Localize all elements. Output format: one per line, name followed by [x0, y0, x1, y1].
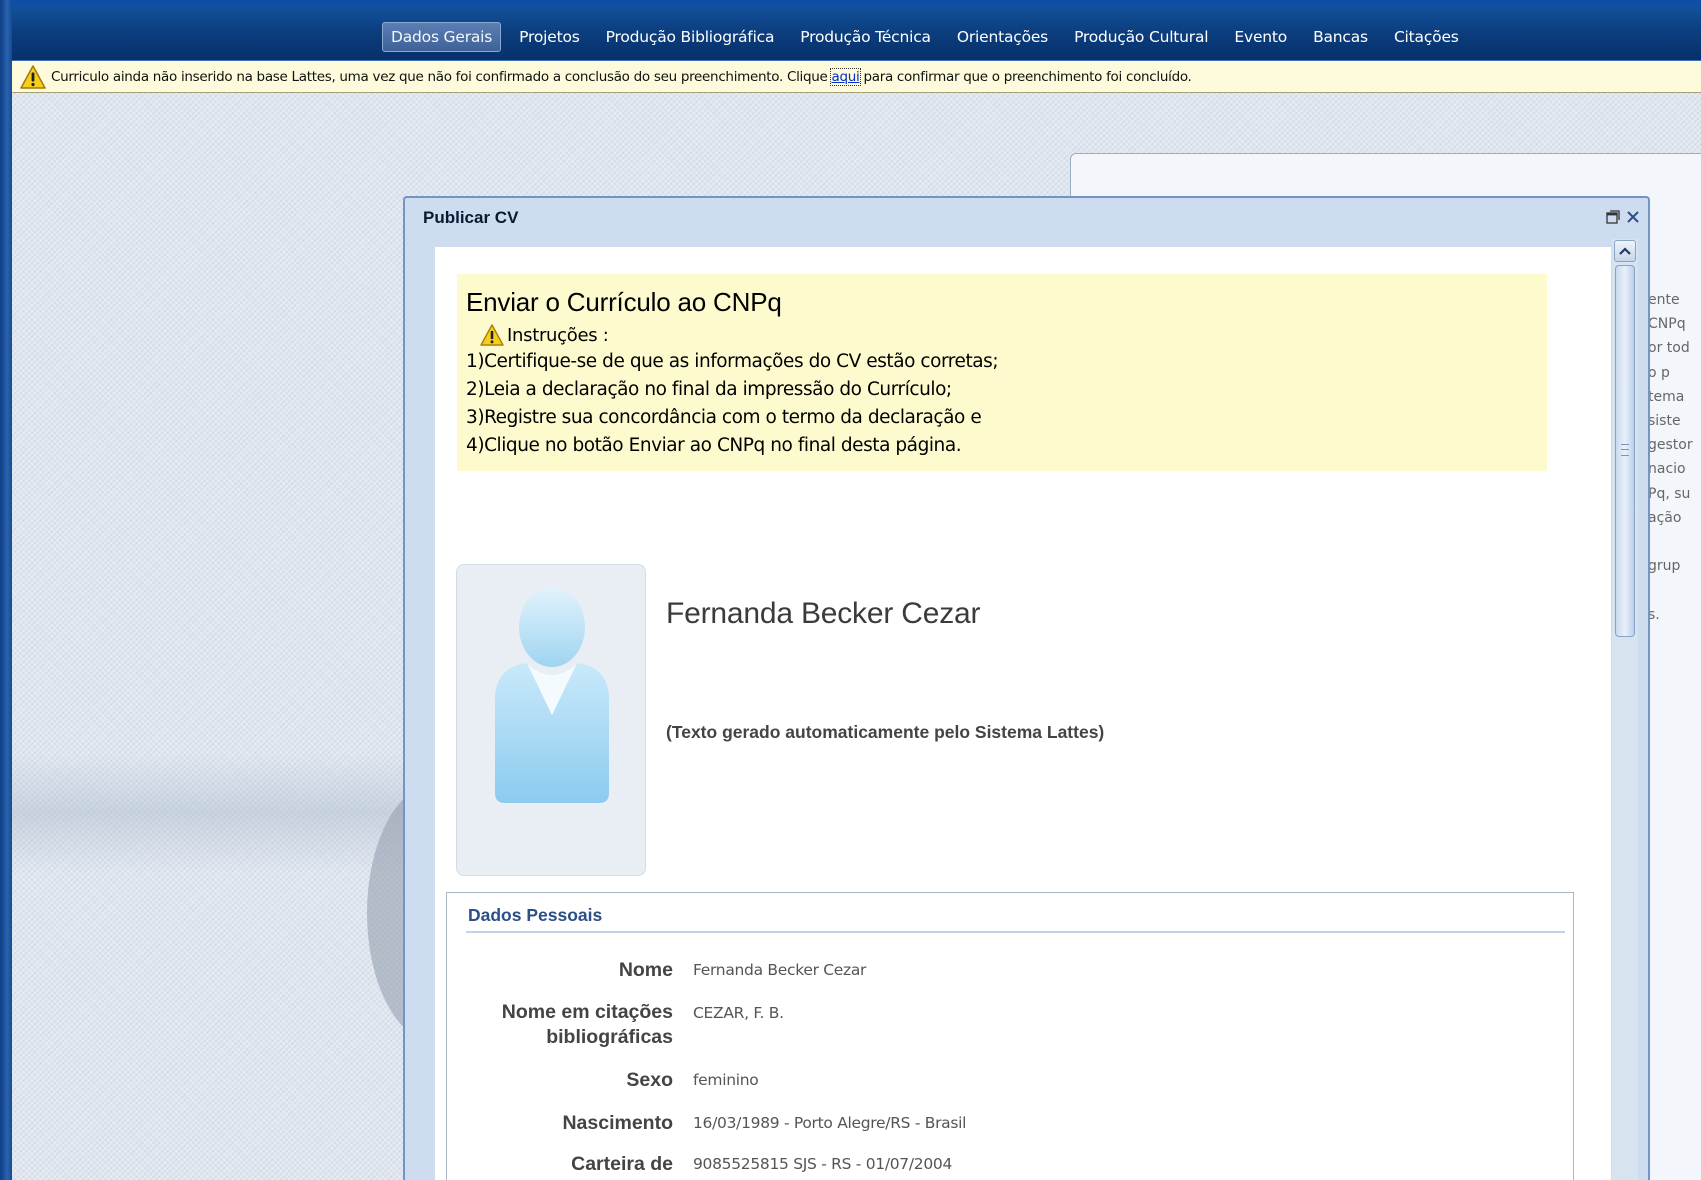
instructions-heading-label: Instruções :	[507, 324, 609, 346]
background-text-fragment: CNPq	[1648, 316, 1686, 333]
confirm-completion-link[interactable]: aqui	[829, 67, 862, 86]
instruction-line: 1)Certifique-se de que as informações do…	[466, 351, 999, 372]
nav-item-dados-gerais[interactable]: Dados Gerais	[382, 22, 502, 52]
scroll-grip-icon	[1621, 444, 1629, 456]
profile-photo-placeholder	[456, 564, 646, 876]
restore-icon[interactable]	[1604, 208, 1622, 226]
nav-menu: Dados Gerais Projetos Produção Bibliográ…	[382, 22, 1477, 52]
instruction-line: 3)Registre sua concordância com o termo …	[466, 407, 982, 428]
nav-item-producao-tecnica[interactable]: Produção Técnica	[792, 23, 939, 51]
background-text-fragment: Pq, su	[1648, 485, 1691, 502]
dialog-title: Publicar CV	[423, 208, 519, 227]
field-value: 16/03/1989 - Porto Alegre/RS - Brasil	[693, 1114, 967, 1132]
background-text-fragment: or tod	[1648, 340, 1690, 357]
nav-item-orientacoes[interactable]: Orientações	[949, 23, 1056, 51]
dados-pessoais-section: Dados Pessoais Nome Fernanda Becker Ceza…	[446, 892, 1574, 1180]
publicar-cv-dialog: Publicar CV Enviar o Currículo ao CNPq I…	[403, 196, 1650, 1180]
field-value: feminino	[693, 1071, 759, 1089]
instructions-title: Enviar o Currículo ao CNPq	[466, 287, 782, 317]
background-text-fragment	[1648, 578, 1701, 602]
background-text-fragment: ação	[1648, 509, 1682, 526]
background-text-fragment: o p	[1648, 364, 1670, 381]
field-label: Carteira de	[571, 1153, 673, 1175]
instruction-line: 2)Leia a declaração no final da impressã…	[466, 379, 952, 400]
background-text-fragment: tema	[1648, 388, 1685, 405]
field-label: Nascimento	[562, 1112, 673, 1134]
background-text-fragment: nacio	[1648, 461, 1686, 478]
instructions-heading: Instruções :	[480, 322, 1547, 348]
nav-item-producao-cultural[interactable]: Produção Cultural	[1066, 23, 1216, 51]
background-text-fragment: s.	[1648, 606, 1660, 623]
scroll-thumb[interactable]	[1615, 265, 1635, 637]
warning-icon	[20, 64, 46, 89]
background-text-fragment: ente	[1648, 292, 1680, 308]
window-left-border	[0, 0, 12, 1180]
field-row-nome: Nome Fernanda Becker Cezar	[466, 957, 1556, 983]
nav-item-citacoes[interactable]: Citações	[1386, 23, 1467, 51]
warning-text-before: Curriculo ainda não inserido na base Lat…	[51, 68, 828, 85]
nav-item-evento[interactable]: Evento	[1226, 23, 1295, 51]
field-row-nascimento: Nascimento 16/03/1989 - Porto Alegre/RS …	[466, 1110, 1556, 1136]
field-label: Nome em citações bibliográficas	[501, 1001, 673, 1048]
field-value: Fernanda Becker Cezar	[693, 961, 867, 979]
warning-text-after: para confirmar que o preenchimento foi c…	[863, 68, 1192, 85]
background-text-fragment: siste	[1648, 413, 1681, 430]
instructions-box: Enviar o Currículo ao CNPq Instruções : …	[457, 274, 1547, 471]
chevron-up-icon	[1619, 247, 1631, 255]
field-row-nome-citacoes: Nome em citações bibliográficas CEZAR, F…	[466, 1000, 1556, 1050]
field-row-sexo: Sexo feminino	[466, 1067, 1556, 1093]
main-nav-bar: Dados Gerais Projetos Produção Bibliográ…	[12, 6, 1701, 61]
field-value: 9085525815 SJS - RS - 01/07/2004	[693, 1155, 953, 1173]
field-label: Nome	[618, 959, 673, 981]
field-value: CEZAR, F. B.	[693, 1004, 784, 1022]
vertical-scrollbar[interactable]	[1612, 239, 1638, 1180]
avatar-icon	[495, 587, 609, 803]
background-panel-text: ente CNPq or tod o p tema siste gestor nacio P…	[1648, 288, 1701, 627]
nav-item-producao-bibliografica[interactable]: Produção Bibliográfica	[598, 23, 783, 51]
warning-icon	[480, 324, 504, 346]
section-title: Dados Pessoais	[468, 905, 603, 925]
instruction-line: 4)Clique no botão Enviar ao CNPq no fina…	[466, 435, 962, 456]
background-text-fragment: grup	[1648, 558, 1681, 575]
field-label: Sexo	[626, 1069, 673, 1091]
field-row-carteira: Carteira de 9085525815 SJS - RS - 01/07/…	[466, 1151, 1556, 1177]
close-icon[interactable]	[1624, 208, 1642, 226]
background-text-fragment: gestor	[1648, 437, 1693, 454]
section-divider	[466, 931, 1565, 933]
background-text-fragment	[1648, 530, 1701, 554]
profile-auto-text-note: (Texto gerado automaticamente pelo Siste…	[666, 722, 1105, 742]
warning-banner: Curriculo ainda não inserido na base Lat…	[12, 61, 1701, 93]
nav-item-projetos[interactable]: Projetos	[511, 23, 587, 51]
dialog-controls	[1604, 208, 1642, 226]
dialog-body: Enviar o Currículo ao CNPq Instruções : …	[435, 247, 1611, 1180]
nav-item-bancas[interactable]: Bancas	[1305, 23, 1376, 51]
scroll-up-button[interactable]	[1614, 240, 1636, 262]
profile-name: Fernanda Becker Cezar	[666, 597, 981, 630]
